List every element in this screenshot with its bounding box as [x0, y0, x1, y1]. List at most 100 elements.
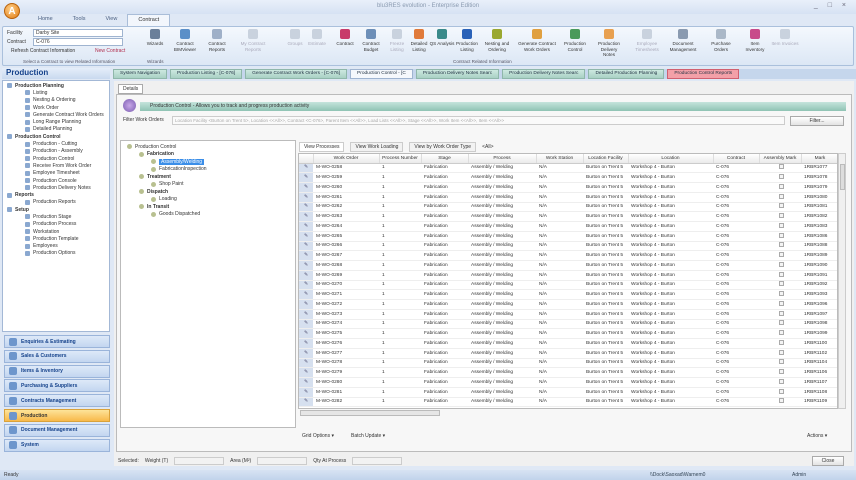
- table-row[interactable]: ✎ M-WO-0262 1 Fabrication Assembly / Welding…: [299, 202, 837, 213]
- row-edit-icon[interactable]: ✎: [299, 338, 313, 349]
- ribbon-button-employee-timesheets[interactable]: Employee Timesheets: [633, 29, 661, 52]
- process-tree-node[interactable]: Assembly/Welding: [123, 158, 293, 166]
- table-row[interactable]: ✎ M-WO-0281 1 Fabrication Assembly / Welding…: [299, 387, 837, 398]
- assembly-mark-checkbox[interactable]: [779, 369, 784, 375]
- row-edit-icon[interactable]: ✎: [299, 172, 313, 183]
- nav-item[interactable]: Nesting & Ordering: [3, 97, 109, 104]
- row-edit-icon[interactable]: ✎: [299, 309, 313, 320]
- row-edit-icon[interactable]: ✎: [299, 397, 313, 408]
- assembly-mark-checkbox[interactable]: [779, 222, 784, 228]
- document-tab[interactable]: Generate Contract Work Orders - [C-076]: [245, 69, 348, 79]
- module-button[interactable]: Enquiries & Estimating: [4, 335, 110, 348]
- nav-item[interactable]: Receive From Work Order: [3, 162, 109, 169]
- table-row[interactable]: ✎ M-WO-0274 1 Fabrication Assembly / Welding…: [299, 319, 837, 330]
- nav-item[interactable]: Production Process: [3, 221, 109, 228]
- assembly-mark-checkbox[interactable]: [779, 281, 784, 287]
- table-row[interactable]: ✎ M-WO-0264 1 Fabrication Assembly / Welding…: [299, 221, 837, 232]
- column-header[interactable]: Mark: [801, 154, 837, 164]
- assembly-mark-checkbox[interactable]: [779, 174, 784, 180]
- ribbon-button-contract-bimviewer[interactable]: Contract BIMViewer: [171, 29, 199, 52]
- ribbon-button-item-invoices[interactable]: Item Invoices: [771, 29, 799, 47]
- ribbon-tab-view[interactable]: View: [96, 14, 128, 26]
- assembly-mark-checkbox[interactable]: [779, 193, 784, 199]
- row-edit-icon[interactable]: ✎: [299, 367, 313, 378]
- document-tab[interactable]: Production Listing - [C-076]: [170, 69, 243, 79]
- row-edit-icon[interactable]: ✎: [299, 328, 313, 339]
- assembly-mark-checkbox[interactable]: [779, 378, 784, 384]
- close-button[interactable]: Close: [812, 456, 844, 466]
- assembly-mark-checkbox[interactable]: [779, 213, 784, 219]
- column-header[interactable]: Work Order: [313, 154, 380, 164]
- ribbon-button-nesting-and-ordering[interactable]: Nesting and Ordering: [483, 29, 511, 52]
- document-tab[interactable]: Production Control - [C: [350, 69, 413, 79]
- document-tab[interactable]: Production Control Reports: [667, 69, 740, 79]
- filter-button[interactable]: Filter...: [790, 116, 844, 126]
- grid-tab[interactable]: View Work Loading: [350, 141, 404, 152]
- assembly-mark-checkbox[interactable]: [779, 339, 784, 345]
- grid-options-dropdown[interactable]: Grid Options ▾: [302, 433, 334, 439]
- ribbon-button-contract-budget[interactable]: Contract Budget: [357, 29, 385, 52]
- row-edit-icon[interactable]: ✎: [299, 182, 313, 193]
- assembly-mark-checkbox[interactable]: [779, 252, 784, 258]
- row-edit-icon[interactable]: ✎: [299, 260, 313, 271]
- ribbon-button-contract[interactable]: Contract: [331, 29, 359, 47]
- table-row[interactable]: ✎ M-WO-0265 1 Fabrication Assembly / Welding…: [299, 231, 837, 242]
- nav-item[interactable]: Production Options: [3, 250, 109, 257]
- ribbon-tab-tools[interactable]: Tools: [63, 14, 96, 26]
- nav-item[interactable]: Production Template: [3, 235, 109, 242]
- assembly-mark-checkbox[interactable]: [779, 359, 784, 365]
- ribbon-button-production-delivery-notes[interactable]: Production Delivery Notes: [595, 29, 623, 58]
- table-row[interactable]: ✎ M-WO-0273 1 Fabrication Assembly / Welding…: [299, 309, 837, 320]
- assembly-mark-checkbox[interactable]: [779, 271, 784, 277]
- module-button[interactable]: Items & Inventory: [4, 364, 110, 378]
- nav-item[interactable]: Listing: [3, 89, 109, 96]
- nav-item[interactable]: Production Delivery Notes: [3, 184, 109, 191]
- contract-select[interactable]: C-076: [33, 38, 123, 46]
- row-edit-icon[interactable]: ✎: [299, 250, 313, 261]
- assembly-mark-checkbox[interactable]: [779, 330, 784, 336]
- row-edit-icon[interactable]: ✎: [299, 211, 313, 222]
- table-row[interactable]: ✎ M-WO-0270 1 Fabrication Assembly / Welding…: [299, 280, 837, 291]
- row-edit-icon[interactable]: ✎: [299, 163, 313, 174]
- row-edit-icon[interactable]: ✎: [299, 387, 313, 398]
- module-button[interactable]: Purchasing & Suppliers: [4, 379, 110, 393]
- ribbon-tab-home[interactable]: Home: [28, 14, 63, 26]
- process-tree-node[interactable]: Goods Dispatched: [123, 211, 293, 219]
- row-edit-icon[interactable]: ✎: [299, 377, 313, 388]
- row-edit-icon[interactable]: ✎: [299, 358, 313, 369]
- table-row[interactable]: ✎ M-WO-0272 1 Fabrication Assembly / Welding…: [299, 299, 837, 310]
- ribbon-button-generate-contract-work-orders[interactable]: Generate Contract Work Orders: [517, 29, 557, 52]
- refresh-contract-button[interactable]: Refresh Contract Information: [11, 48, 75, 54]
- nav-item[interactable]: Production Reports: [3, 199, 109, 206]
- grid-tab[interactable]: View by Work Order Type: [409, 141, 477, 152]
- horizontal-scrollbar[interactable]: [300, 410, 440, 416]
- nav-item[interactable]: Production Control: [3, 155, 109, 162]
- assembly-mark-checkbox[interactable]: [779, 183, 784, 189]
- module-button[interactable]: System: [4, 438, 110, 452]
- vertical-scrollbar[interactable]: [838, 153, 846, 409]
- scroll-thumb[interactable]: [840, 164, 845, 190]
- column-header[interactable]: Process: [468, 154, 537, 164]
- column-header[interactable]: Location Facility: [583, 154, 629, 164]
- column-header[interactable]: Stage: [421, 154, 469, 164]
- column-header[interactable]: Work Station: [536, 154, 584, 164]
- assembly-mark-checkbox[interactable]: [779, 164, 784, 170]
- ribbon-button-wizards[interactable]: Wizards: [141, 29, 169, 47]
- ribbon-button-purchase-orders[interactable]: Purchase Orders: [707, 29, 735, 52]
- assembly-mark-checkbox[interactable]: [779, 261, 784, 267]
- batch-update-dropdown[interactable]: Batch Update ▾: [351, 433, 385, 439]
- document-tab[interactable]: System Navigation: [113, 69, 167, 79]
- table-row[interactable]: ✎ M-WO-0276 1 Fabrication Assembly / Welding…: [299, 338, 837, 349]
- assembly-mark-checkbox[interactable]: [779, 320, 784, 326]
- row-edit-icon[interactable]: ✎: [299, 319, 313, 330]
- row-edit-icon[interactable]: ✎: [299, 289, 313, 300]
- process-tree-node[interactable]: Treatment: [123, 173, 293, 181]
- row-edit-icon[interactable]: ✎: [299, 192, 313, 203]
- nav-item[interactable]: Employee Timesheet: [3, 170, 109, 177]
- nav-item[interactable]: Production Stage: [3, 213, 109, 220]
- module-button[interactable]: Sales & Customers: [4, 349, 110, 363]
- process-tree-node[interactable]: Dispatch: [123, 188, 293, 196]
- nav-item[interactable]: Work Order: [3, 104, 109, 111]
- table-row[interactable]: ✎ M-WO-0258 1 Fabrication Assembly / Welding…: [299, 163, 837, 174]
- table-row[interactable]: ✎ M-WO-0263 1 Fabrication Assembly / Welding…: [299, 211, 837, 222]
